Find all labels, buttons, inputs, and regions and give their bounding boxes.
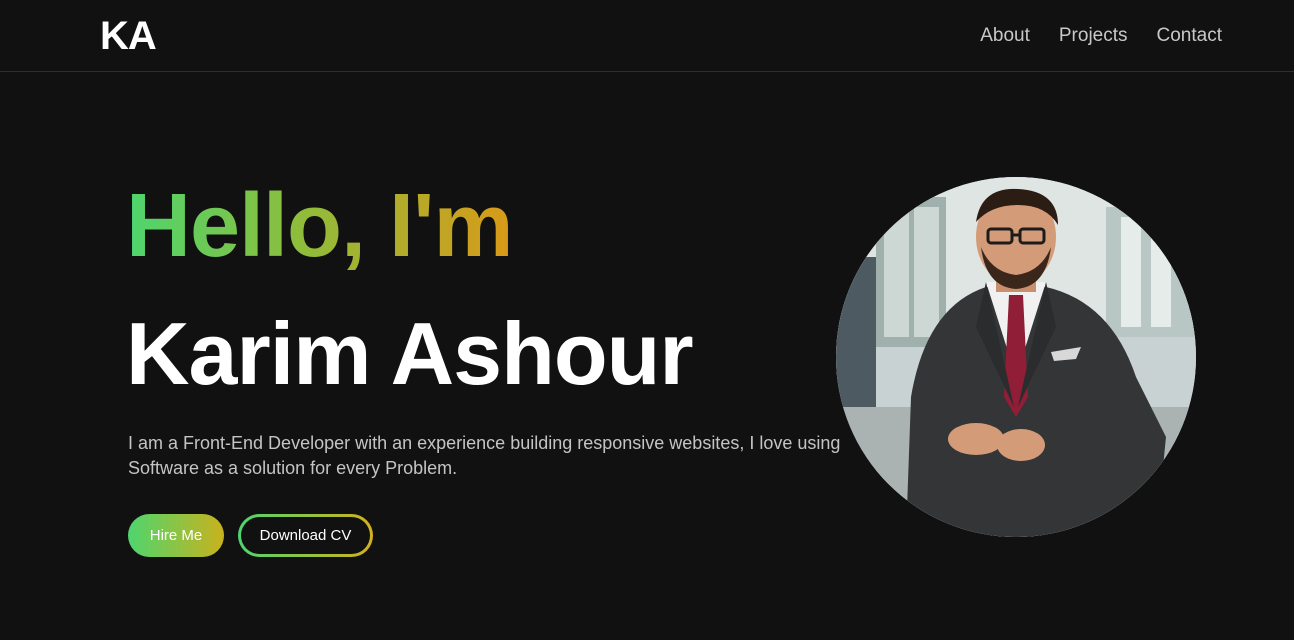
hero-name: Karim Ashour [126,304,694,403]
site-header: KA About Projects Contact [0,0,1294,72]
download-cv-border: Download CV [238,514,373,557]
nav-link-contact[interactable]: Contact [1157,24,1222,48]
hire-me-button[interactable]: Hire Me [128,514,224,557]
hero-bio: I am a Front-End Developer with an exper… [128,433,841,478]
nav-link-about[interactable]: About [980,24,1030,48]
site-logo[interactable]: KA [100,14,157,58]
download-cv-button[interactable]: Download CV [241,517,370,554]
profile-photo-illustration [836,177,1196,537]
profile-photo [836,177,1196,537]
nav-link-projects[interactable]: Projects [1059,24,1128,48]
hero-greeting: Hello, I'm [126,176,513,276]
main-nav: About Projects Contact [980,24,1222,48]
